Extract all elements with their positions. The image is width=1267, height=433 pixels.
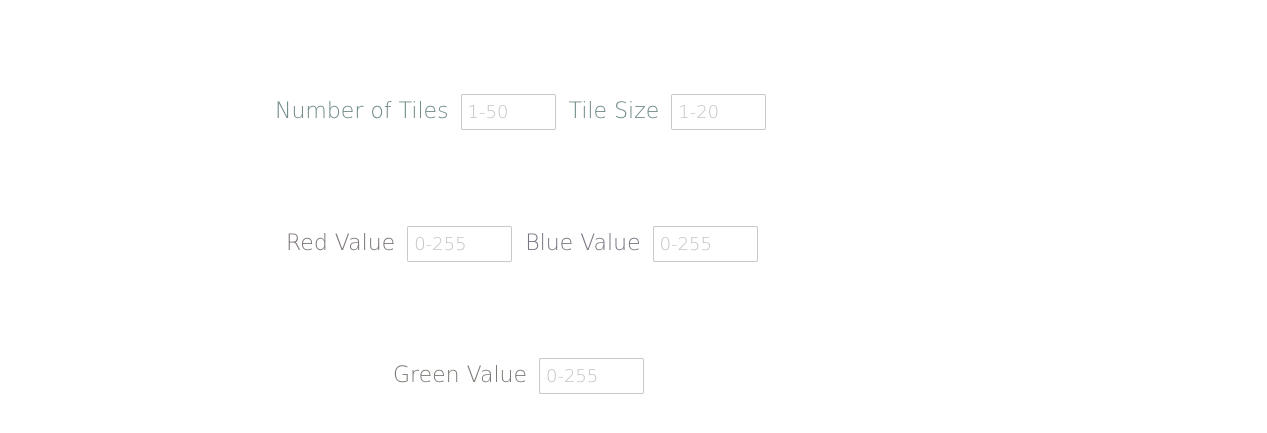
red-value-input[interactable] xyxy=(407,226,513,262)
tile-settings-form: Number of Tiles Tile Size Red Value Blue… xyxy=(0,0,1267,433)
tile-size-input[interactable] xyxy=(671,94,767,130)
green-row: Green Value xyxy=(393,358,645,394)
red-blue-row: Red Value Blue Value xyxy=(286,226,758,262)
blue-value-input[interactable] xyxy=(652,226,758,262)
red-value-label: Red Value xyxy=(286,231,396,256)
tile-size-label: Tile Size xyxy=(568,99,660,124)
green-value-input[interactable] xyxy=(539,358,645,394)
tiles-row: Number of Tiles Tile Size xyxy=(275,94,767,130)
green-value-label: Green Value xyxy=(393,363,528,388)
blue-value-label: Blue Value xyxy=(525,231,641,256)
number-of-tiles-input[interactable] xyxy=(460,94,556,130)
number-of-tiles-label: Number of Tiles xyxy=(275,99,449,124)
